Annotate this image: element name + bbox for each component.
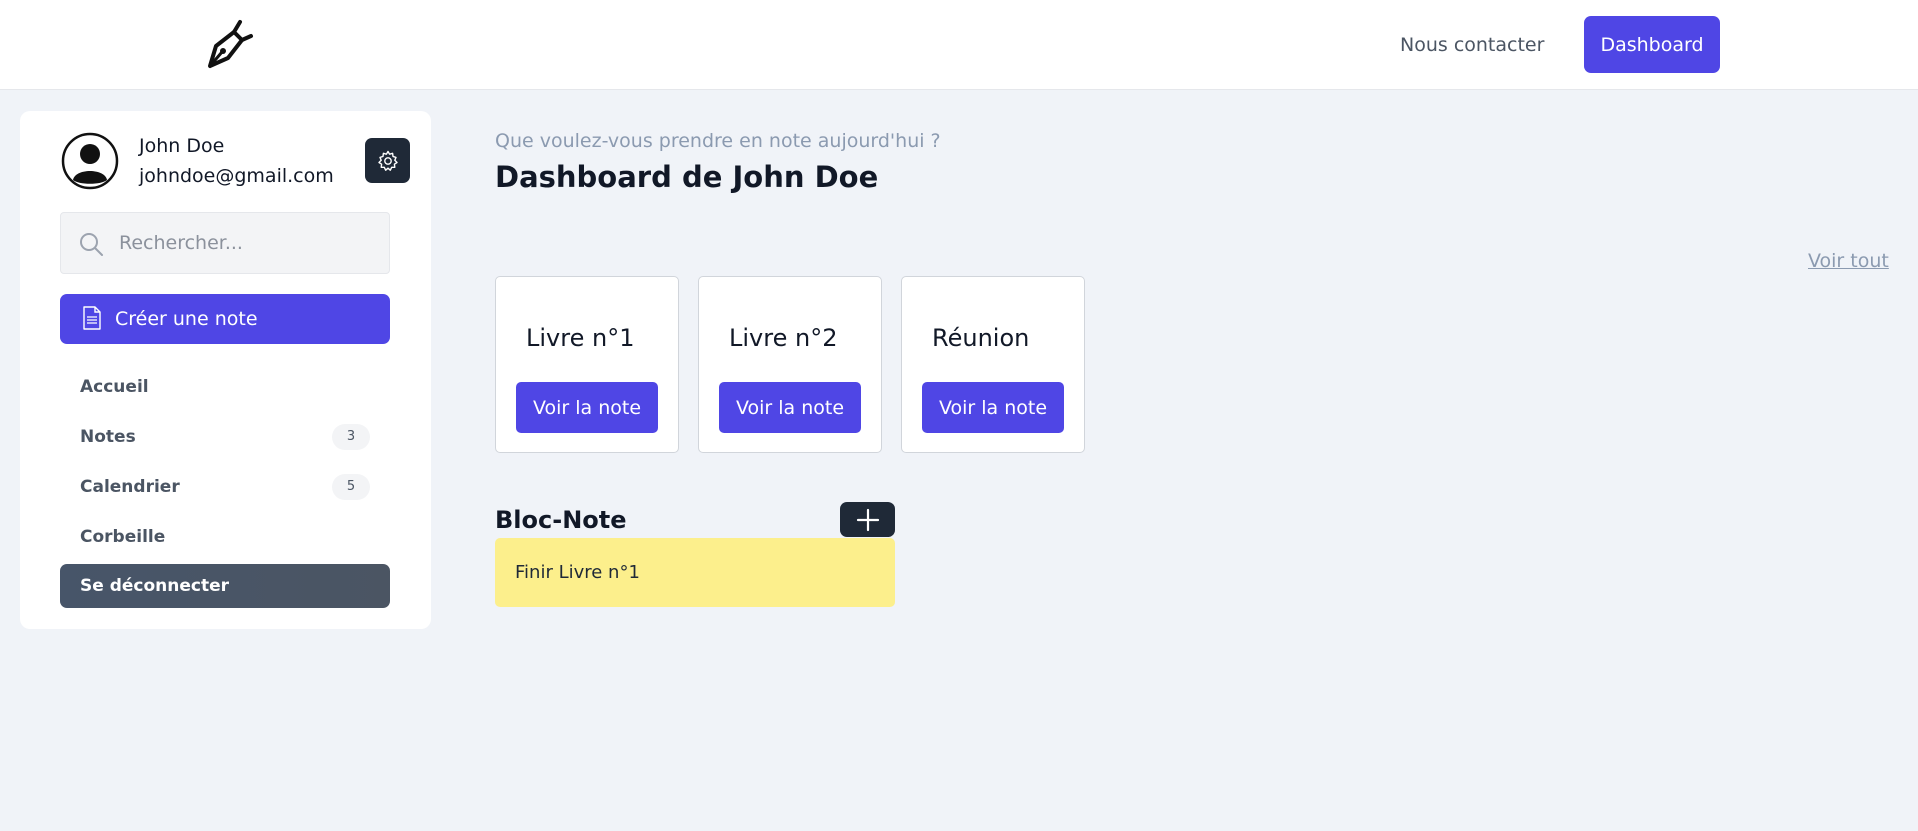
sidebar: John Doe johndoe@gmail.com Créer une not… [20,111,431,629]
sidebar-item-label: Accueil [80,377,149,397]
top-navbar: Nous contacter Dashboard [0,0,1918,90]
search-icon [80,233,103,256]
create-note-button[interactable]: Créer une note [60,294,390,344]
pen-nib-logo-icon[interactable] [196,16,254,74]
note-card-title: Livre n°1 [526,324,635,352]
note-card-title: Livre n°2 [729,324,838,352]
note-card-title: Réunion [932,324,1030,352]
sticky-note-text: Finir Livre n°1 [515,562,640,583]
sidebar-item-notes[interactable]: Notes 3 [60,415,390,459]
contact-link[interactable]: Nous contacter [1400,34,1544,56]
page-subtitle: Que voulez-vous prendre en note aujourd'… [495,130,941,152]
sidebar-item-label: Corbeille [80,527,166,547]
plus-icon [856,508,879,531]
sidebar-item-accueil[interactable]: Accueil [60,365,390,409]
gear-icon [377,150,398,171]
create-note-label: Créer une note [115,308,258,330]
logout-button[interactable]: Se déconnecter [60,564,390,608]
note-card: Livre n°2 Voir la note [698,276,882,453]
sidebar-item-label: Notes [80,427,136,447]
count-badge: 5 [332,474,370,500]
search-box [60,212,390,274]
sidebar-item-calendrier[interactable]: Calendrier 5 [60,465,390,509]
user-avatar-icon [61,132,119,190]
view-note-button[interactable]: Voir la note [922,382,1064,433]
view-note-button[interactable]: Voir la note [516,382,658,433]
settings-button[interactable] [365,138,410,183]
note-card: Livre n°1 Voir la note [495,276,679,453]
logout-label: Se déconnecter [80,576,229,596]
sticky-note[interactable]: Finir Livre n°1 [495,538,895,607]
sidebar-item-corbeille[interactable]: Corbeille [60,515,390,559]
bloc-note-title: Bloc-Note [495,506,627,534]
view-note-button[interactable]: Voir la note [719,382,861,433]
user-name: John Doe [139,135,225,157]
sidebar-item-label: Calendrier [80,477,180,497]
dashboard-button[interactable]: Dashboard [1584,16,1720,73]
count-badge: 3 [332,424,370,450]
note-card: Réunion Voir la note [901,276,1085,453]
user-email: johndoe@gmail.com [139,165,334,187]
add-note-button[interactable] [840,502,895,537]
document-icon [83,306,101,330]
search-input[interactable] [119,213,381,273]
page-title: Dashboard de John Doe [495,160,879,194]
see-all-link[interactable]: Voir tout [1808,250,1889,272]
